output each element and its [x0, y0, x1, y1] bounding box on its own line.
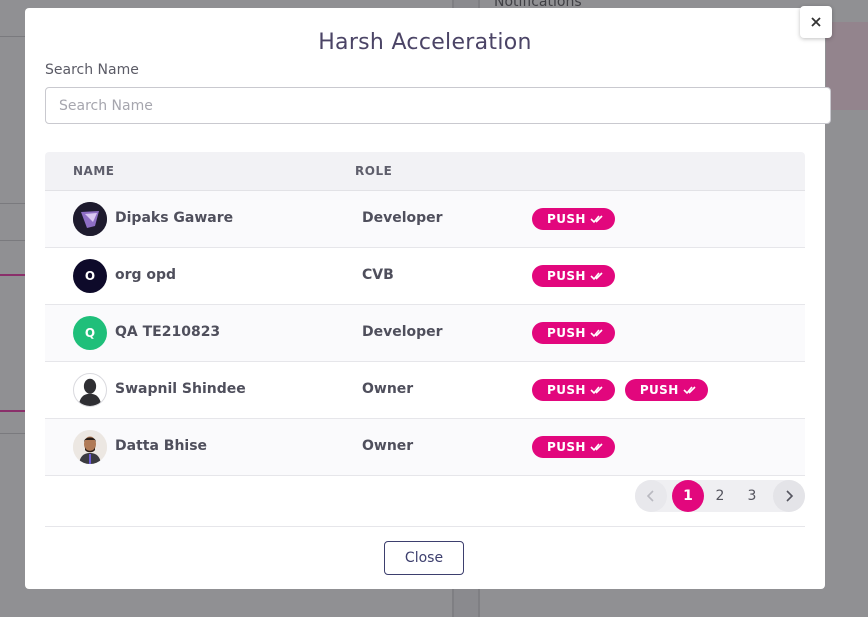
user-name: Swapnil Shindee	[115, 381, 246, 397]
avatar	[73, 430, 107, 464]
avatar: Q	[73, 316, 107, 350]
notification-badges: PUSH	[532, 208, 615, 230]
double-check-icon	[590, 272, 603, 281]
badge-label: PUSH	[547, 212, 586, 226]
pagination-next-button[interactable]	[773, 480, 805, 512]
pagination: 1 2 3	[635, 480, 805, 512]
modal-dismiss-button[interactable]	[800, 6, 832, 38]
double-check-icon	[590, 386, 603, 395]
pagination-page-2[interactable]: 2	[704, 480, 736, 512]
search-label: Search Name	[45, 62, 139, 78]
close-button[interactable]: Close	[384, 541, 464, 575]
user-silhouette-icon	[78, 378, 102, 406]
user-role: Owner	[362, 438, 414, 454]
search-input[interactable]	[45, 87, 831, 124]
user-role: Developer	[362, 210, 443, 226]
close-icon	[811, 17, 821, 27]
avatar: O	[73, 259, 107, 293]
badge-label: PUSH	[547, 383, 586, 397]
table-body: Dipaks Gaware Developer PUSH O org opd C…	[45, 191, 805, 476]
table-row: Swapnil Shindee Owner PUSH PUSH	[45, 362, 805, 419]
pagination-page-3[interactable]: 3	[736, 480, 768, 512]
avatar	[73, 202, 107, 236]
background-accent-line	[0, 410, 25, 412]
notification-badges: PUSH PUSH	[532, 379, 708, 401]
badge-label: PUSH	[547, 440, 586, 454]
footer-divider	[45, 526, 805, 527]
pagination-prev-button[interactable]	[635, 480, 667, 512]
column-header-role: ROLE	[355, 164, 393, 178]
harsh-acceleration-modal: Harsh Acceleration Search Name NAME ROLE…	[25, 8, 831, 589]
user-photo-icon	[73, 430, 107, 464]
user-photo-icon	[73, 202, 107, 236]
push-badge: PUSH	[532, 436, 615, 458]
table-header: NAME ROLE	[45, 152, 805, 191]
table-row: Dipaks Gaware Developer PUSH	[45, 191, 805, 248]
push-badge: PUSH	[532, 379, 615, 401]
avatar	[73, 373, 107, 407]
user-role: Developer	[362, 324, 443, 340]
modal-title: Harsh Acceleration	[318, 30, 532, 55]
push-badge: PUSH	[532, 208, 615, 230]
user-name: org opd	[115, 267, 177, 283]
user-name: QA TE210823	[115, 324, 221, 340]
push-badge: PUSH	[532, 265, 615, 287]
table-row: O org opd CVB PUSH	[45, 248, 805, 305]
double-check-icon	[590, 443, 603, 452]
user-role: Owner	[362, 381, 414, 397]
double-check-icon	[590, 329, 603, 338]
user-name: Datta Bhise	[115, 438, 208, 454]
avatar-initial: Q	[84, 326, 96, 340]
pagination-page-1[interactable]: 1	[672, 480, 704, 512]
table-row: Datta Bhise Owner PUSH	[45, 419, 805, 476]
notification-badges: PUSH	[532, 436, 615, 458]
background-card	[826, 22, 868, 110]
user-role: CVB	[362, 267, 394, 283]
badge-label: PUSH	[547, 269, 586, 283]
notification-badges: PUSH	[532, 322, 615, 344]
push-badge: PUSH	[624, 379, 708, 401]
chevron-left-icon	[646, 490, 654, 502]
double-check-icon	[590, 215, 603, 224]
badge-label: PUSH	[639, 383, 679, 397]
background-accent-line	[0, 274, 25, 276]
column-header-name: NAME	[73, 164, 115, 178]
notification-badges: PUSH	[532, 265, 615, 287]
double-check-icon	[683, 386, 696, 395]
badge-label: PUSH	[547, 326, 586, 340]
table-row: Q QA TE210823 Developer PUSH	[45, 305, 805, 362]
chevron-right-icon	[786, 490, 794, 502]
user-name: Dipaks Gaware	[115, 210, 234, 226]
avatar-initial: O	[84, 269, 96, 283]
push-badge: PUSH	[532, 322, 615, 344]
users-table: NAME ROLE Dipaks Gaware Developer PUSH O…	[45, 152, 805, 476]
